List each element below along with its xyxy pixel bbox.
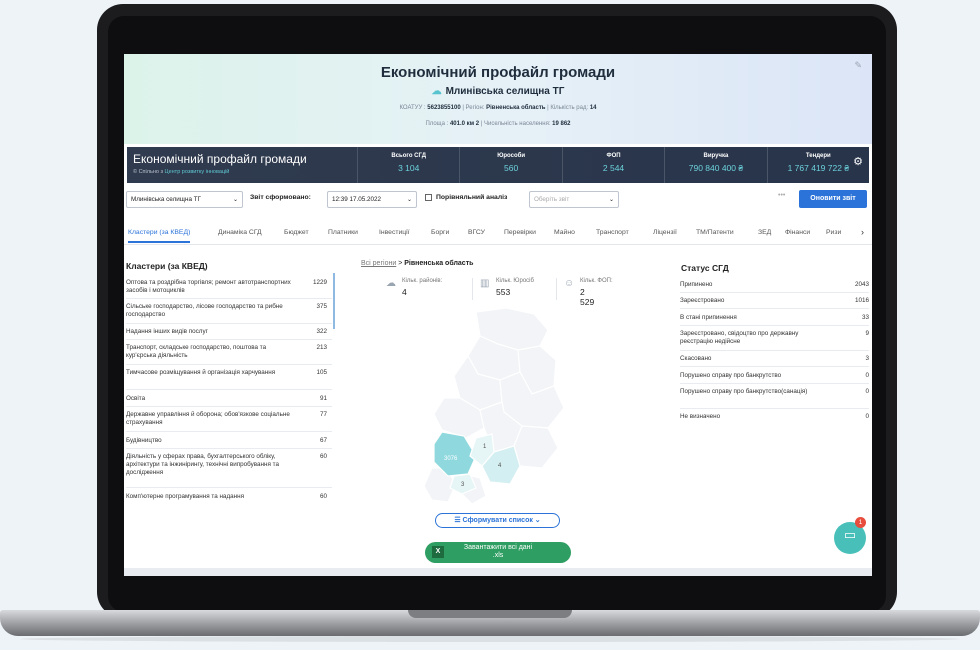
tab-clusters[interactable]: Кластери (за КВЕД) — [128, 229, 191, 243]
community-name: ☁ Млинівська селищна ТГ — [431, 86, 565, 97]
list-item[interactable]: Діяльність у сферах права, бухгалтерсько… — [126, 453, 332, 477]
excel-icon: X — [432, 546, 444, 558]
clusters-title: Кластери (за КВЕД) — [126, 261, 208, 271]
tab-property[interactable]: Майно — [554, 229, 575, 236]
screen-footer — [124, 568, 872, 576]
list-item[interactable]: Тимчасове розміщування й організація хар… — [126, 369, 332, 377]
tab-payers[interactable]: Платники — [328, 229, 358, 236]
clusters-list: Оптова та роздрібна торгівля; ремонт авт… — [124, 273, 336, 503]
stat-fop: ФОП 2 544 — [561, 147, 664, 183]
breadcrumb-all-regions[interactable]: Всі регіони — [361, 260, 396, 267]
stat-total: Всього СГД 3 104 — [357, 147, 459, 183]
list-item[interactable]: Комп'ютерне програмування та надання 60 — [126, 493, 332, 501]
list-icon: ☰ — [454, 517, 463, 524]
laptop-notch — [408, 610, 572, 618]
chevron-right-icon[interactable]: › — [861, 227, 864, 237]
scrollbar[interactable] — [333, 273, 335, 329]
list-item[interactable]: Транспорт, складське господарство, пошто… — [126, 344, 332, 360]
list-item[interactable]: Державне управління й оборона; обов'язко… — [126, 411, 332, 427]
compare-label: Порівняльний аналіз — [436, 194, 508, 201]
stats-bar: Економічний профайл громади © Спільно з … — [127, 147, 869, 183]
breadcrumb-current: Рівненська область — [404, 260, 474, 267]
tab-investments[interactable]: Інвестиції — [379, 229, 410, 236]
community-meta-line1: КОАТУУ : 5623855100 | Регіон: Рівненська… — [399, 105, 597, 111]
list-item[interactable]: Освіта 91 — [126, 395, 332, 403]
chat-icon: ▭ — [843, 527, 857, 542]
list-item[interactable]: Скасовано 3 — [680, 355, 869, 363]
list-item[interactable]: Порушено справу про банкрутство 0 — [680, 372, 869, 380]
brand-block: Економічний профайл громади © Спільно з … — [127, 147, 357, 183]
breadcrumb: Всі регіони > Рівненська область — [361, 260, 474, 267]
stat-revenue: Виручка 790 840 400 ₴ — [664, 147, 766, 183]
chevron-down-icon: ⌄ — [406, 197, 412, 203]
brand-title: Економічний профайл громади — [133, 152, 307, 166]
list-item[interactable]: Будівництво 67 — [126, 437, 332, 445]
community-meta-line2: Площа : 401.0 км 2 | Чисельність населен… — [425, 121, 571, 127]
tab-dynamics[interactable]: Динаміка СГД — [218, 229, 262, 236]
tab-patents[interactable]: ТМ/Патенти — [696, 229, 734, 236]
gear-icon[interactable]: ⚙ — [853, 155, 863, 168]
tab-budget[interactable]: Бюджет — [284, 229, 309, 236]
brand-copyright: © Спільно з Центр розвитку інновацій — [133, 169, 230, 175]
list-item[interactable]: Сільське господарство, лісове господарст… — [126, 303, 332, 319]
tab-finance[interactable]: Фінанси — [785, 229, 810, 236]
chevron-down-icon: ⌄ — [232, 197, 238, 203]
partner-link[interactable]: Центр розвитку інновацій — [165, 169, 230, 175]
building-icon: ▥ — [480, 278, 490, 289]
generate-list-button[interactable]: ☰ Сформувати список ⌄ — [435, 513, 560, 528]
hero-header: Економічний профайл громади ☁ Млинівська … — [124, 54, 872, 144]
status-title: Статус СГД — [681, 263, 729, 273]
report-date-label: Звіт сформовано: — [250, 194, 311, 201]
list-item[interactable]: Припинено 2043 — [680, 281, 869, 289]
tab-zed[interactable]: ЗЕД — [758, 229, 771, 236]
cloud-icon: ☁ — [431, 86, 442, 97]
list-item[interactable]: Не визначено 0 — [680, 413, 869, 421]
list-item[interactable]: Порушено справу про банкрутство(санація)… — [680, 388, 869, 396]
region-map[interactable]: 3076 1 4 3 — [414, 306, 574, 506]
chevron-down-icon: ⌄ — [608, 197, 614, 203]
update-report-button[interactable]: Оновити звіт — [799, 190, 867, 208]
controls-row: Млинівська селищна ТГ ⌄ Звіт сформовано:… — [124, 190, 872, 212]
region-stats: ☁ Кільк. районів: 4 ▥ Кільк. Юросіб 553 … — [386, 278, 613, 307]
tab-debts[interactable]: Борги — [431, 229, 449, 236]
compare-checkbox[interactable] — [425, 194, 432, 201]
page-title: Економічний профайл громади — [380, 64, 616, 81]
list-item[interactable]: Зареєстровано, свідоцтво про державну ре… — [680, 330, 869, 346]
pencil-icon[interactable]: ✎ — [854, 60, 862, 71]
more-icon[interactable]: ••• — [778, 192, 785, 199]
tab-inspections[interactable]: Перевірки — [504, 229, 536, 236]
tab-vgsu[interactable]: ВГСУ — [468, 229, 485, 236]
chevron-down-icon: ⌄ — [532, 517, 541, 524]
list-item[interactable]: В стані припинення 33 — [680, 314, 869, 322]
report-select[interactable]: Оберіть звіт ⌄ — [529, 191, 619, 208]
map-label: 3076 — [444, 456, 458, 462]
tab-licenses[interactable]: Ліцензії — [653, 229, 677, 236]
tab-risks[interactable]: Ризи — [826, 229, 841, 236]
list-item[interactable]: Оптова та роздрібна торгівля; ремонт авт… — [126, 279, 332, 295]
report-date-select[interactable]: 12:39 17.05.2022 ⌄ — [327, 191, 417, 208]
map-icon: ☁ — [386, 278, 396, 289]
laptop-shadow — [20, 636, 960, 642]
tab-bar: Кластери (за КВЕД) Динаміка СГД Бюджет П… — [124, 225, 872, 245]
community-select[interactable]: Млинівська селищна ТГ ⌄ — [126, 191, 243, 208]
person-icon: ☺ — [564, 278, 575, 289]
list-item[interactable]: Зареєстровано 1016 — [680, 297, 869, 305]
app-screen: Економічний профайл громади ☁ Млинівська … — [124, 54, 872, 576]
download-xls-button[interactable]: X Завантажити всі дані .xls — [425, 542, 571, 563]
notification-badge: 1 — [855, 517, 866, 528]
map-district — [513, 425, 559, 469]
stat-legal-entities: Юрособи 560 — [459, 147, 561, 183]
tab-transport[interactable]: Транспорт — [596, 229, 629, 236]
list-item[interactable]: Надання інших видів послуг 322 — [126, 328, 332, 336]
